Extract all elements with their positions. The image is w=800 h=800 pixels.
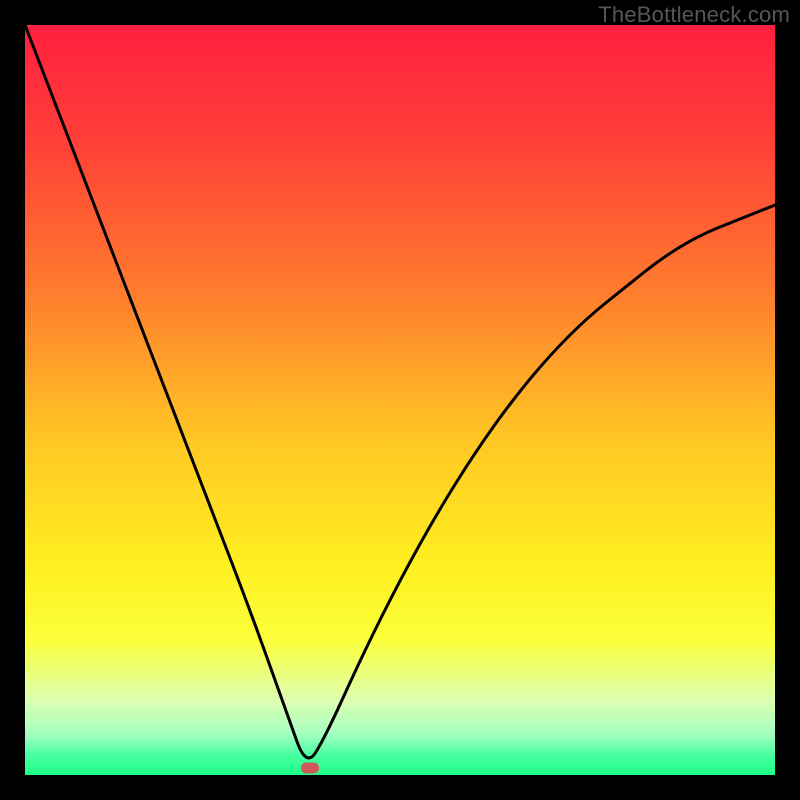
plot-frame (25, 25, 775, 775)
attribution-text: TheBottleneck.com (598, 2, 790, 28)
optimal-marker (301, 763, 319, 774)
bottleneck-chart (25, 25, 775, 775)
chart-background (25, 25, 775, 775)
